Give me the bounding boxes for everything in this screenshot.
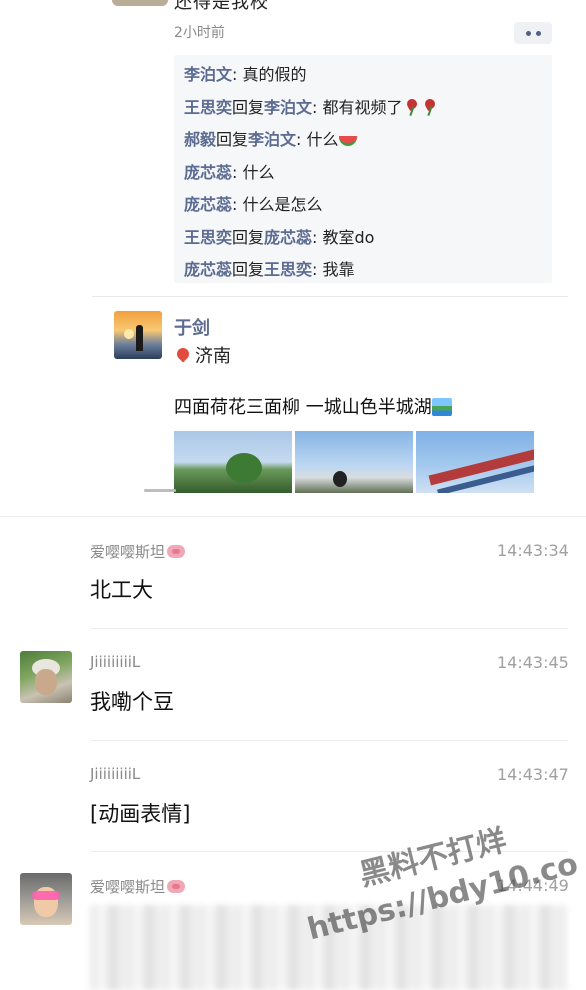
heart-glasses-graphic	[32, 891, 60, 900]
chat-screen: 还得是我校 2小时前 李泊文: 真的假的 王思奕回复李泊文: 都有视频了 郝毅回…	[0, 0, 586, 990]
previous-post-image-edge	[112, 0, 168, 6]
commenter-name[interactable]: 王思奕	[184, 228, 232, 247]
pig-icon	[167, 880, 186, 893]
comment-text: : 什么是怎么	[232, 195, 323, 214]
reply-target-name[interactable]: 庞芯蕊	[264, 228, 312, 247]
reply-target-name[interactable]: 王思奕	[264, 260, 312, 279]
wilted-rose-icon	[403, 98, 421, 116]
comment-item[interactable]: 郝毅回复李泊文: 什么	[184, 124, 542, 157]
comment-text: : 什么	[296, 130, 339, 149]
message-text[interactable]: [动画表情]	[90, 798, 190, 828]
post-photo[interactable]	[295, 431, 413, 493]
sender-name[interactable]: JiiiiiiiiiL	[90, 765, 140, 783]
lake-scene-icon	[431, 398, 452, 416]
comment-text: : 真的假的	[232, 65, 307, 84]
post-caption: 四面荷花三面柳 一城山色半城湖	[174, 397, 432, 418]
tree-graphic	[226, 453, 262, 483]
person-graphic	[333, 471, 347, 487]
comment-item[interactable]: 王思奕回复李泊文: 都有视频了	[184, 92, 542, 125]
photo-scroll-indicator	[144, 489, 176, 492]
message-time: 14:43:45	[497, 653, 569, 672]
comment-text: : 都有视频了	[312, 97, 403, 117]
divider	[0, 516, 586, 517]
avatar[interactable]	[20, 651, 72, 703]
location-pin-icon	[174, 345, 192, 363]
divider	[90, 628, 568, 629]
reply-word: 回复	[216, 130, 249, 149]
post-photo[interactable]	[174, 431, 292, 493]
sun-graphic	[124, 329, 134, 339]
reply-word: 回复	[232, 260, 265, 279]
reply-word: 回复	[232, 97, 265, 117]
divider	[92, 296, 568, 297]
avatar[interactable]	[20, 873, 72, 925]
person-silhouette	[136, 325, 143, 351]
comment-list: 李泊文: 真的假的 王思奕回复李泊文: 都有视频了 郝毅回复李泊文: 什么 庞芯…	[174, 55, 552, 283]
previous-post-text: 还得是我校	[174, 0, 269, 13]
commenter-name[interactable]: 王思奕	[184, 98, 232, 117]
comment-text: : 我靠	[312, 260, 355, 279]
watermelon-icon	[338, 136, 357, 146]
reply-target-name[interactable]: 李泊文	[248, 130, 296, 149]
post-location[interactable]: 济南	[174, 342, 231, 368]
message-time: 14:43:47	[497, 765, 569, 784]
sender-name[interactable]: 爱嘤嘤斯坦	[90, 541, 186, 562]
avatar[interactable]	[114, 311, 162, 359]
face-graphic	[35, 669, 57, 695]
sender-name-text: 爱嘤嘤斯坦	[90, 878, 166, 896]
commenter-name[interactable]: 庞芯蕊	[184, 163, 232, 182]
divider	[90, 740, 568, 741]
commenter-name[interactable]: 郝毅	[184, 130, 216, 149]
reply-target-name[interactable]: 李泊文	[264, 98, 312, 117]
pig-icon	[167, 545, 186, 558]
post-text: 四面荷花三面柳 一城山色半城湖	[174, 393, 452, 419]
commenter-name[interactable]: 庞芯蕊	[184, 260, 232, 279]
sender-name[interactable]: 爱嘤嘤斯坦	[90, 876, 186, 897]
commenter-name[interactable]: 庞芯蕊	[184, 195, 232, 214]
comment-text: : 教室do	[312, 227, 375, 247]
message-text[interactable]: 北工大	[90, 574, 153, 604]
post-author-name[interactable]: 于剑	[174, 314, 210, 340]
reply-word: 回复	[232, 227, 265, 247]
wilted-rose-icon	[421, 98, 439, 116]
comment-text: : 什么	[232, 162, 275, 182]
sender-name[interactable]: JiiiiiiiiiL	[90, 653, 140, 671]
dot-icon	[535, 30, 541, 36]
comment-item[interactable]: 庞芯蕊回复王思奕: 我靠	[184, 254, 542, 287]
post-photo[interactable]	[416, 431, 534, 493]
dot-icon	[525, 30, 531, 36]
commenter-name[interactable]: 李泊文	[184, 65, 232, 84]
sender-name-text: 爱嘤嘤斯坦	[90, 543, 166, 561]
comment-item[interactable]: 李泊文: 真的假的	[184, 59, 542, 92]
more-actions-button[interactable]	[514, 22, 552, 44]
location-label: 济南	[195, 346, 231, 367]
post-time: 2小时前	[174, 25, 225, 41]
comment-item[interactable]: 庞芯蕊: 什么是怎么	[184, 189, 542, 222]
message-time: 14:43:34	[497, 541, 569, 560]
message-text[interactable]: 我嘞个豆	[90, 686, 174, 716]
comment-item[interactable]: 王思奕回复庞芯蕊: 教室do	[184, 222, 542, 255]
comment-item[interactable]: 庞芯蕊: 什么	[184, 157, 542, 190]
